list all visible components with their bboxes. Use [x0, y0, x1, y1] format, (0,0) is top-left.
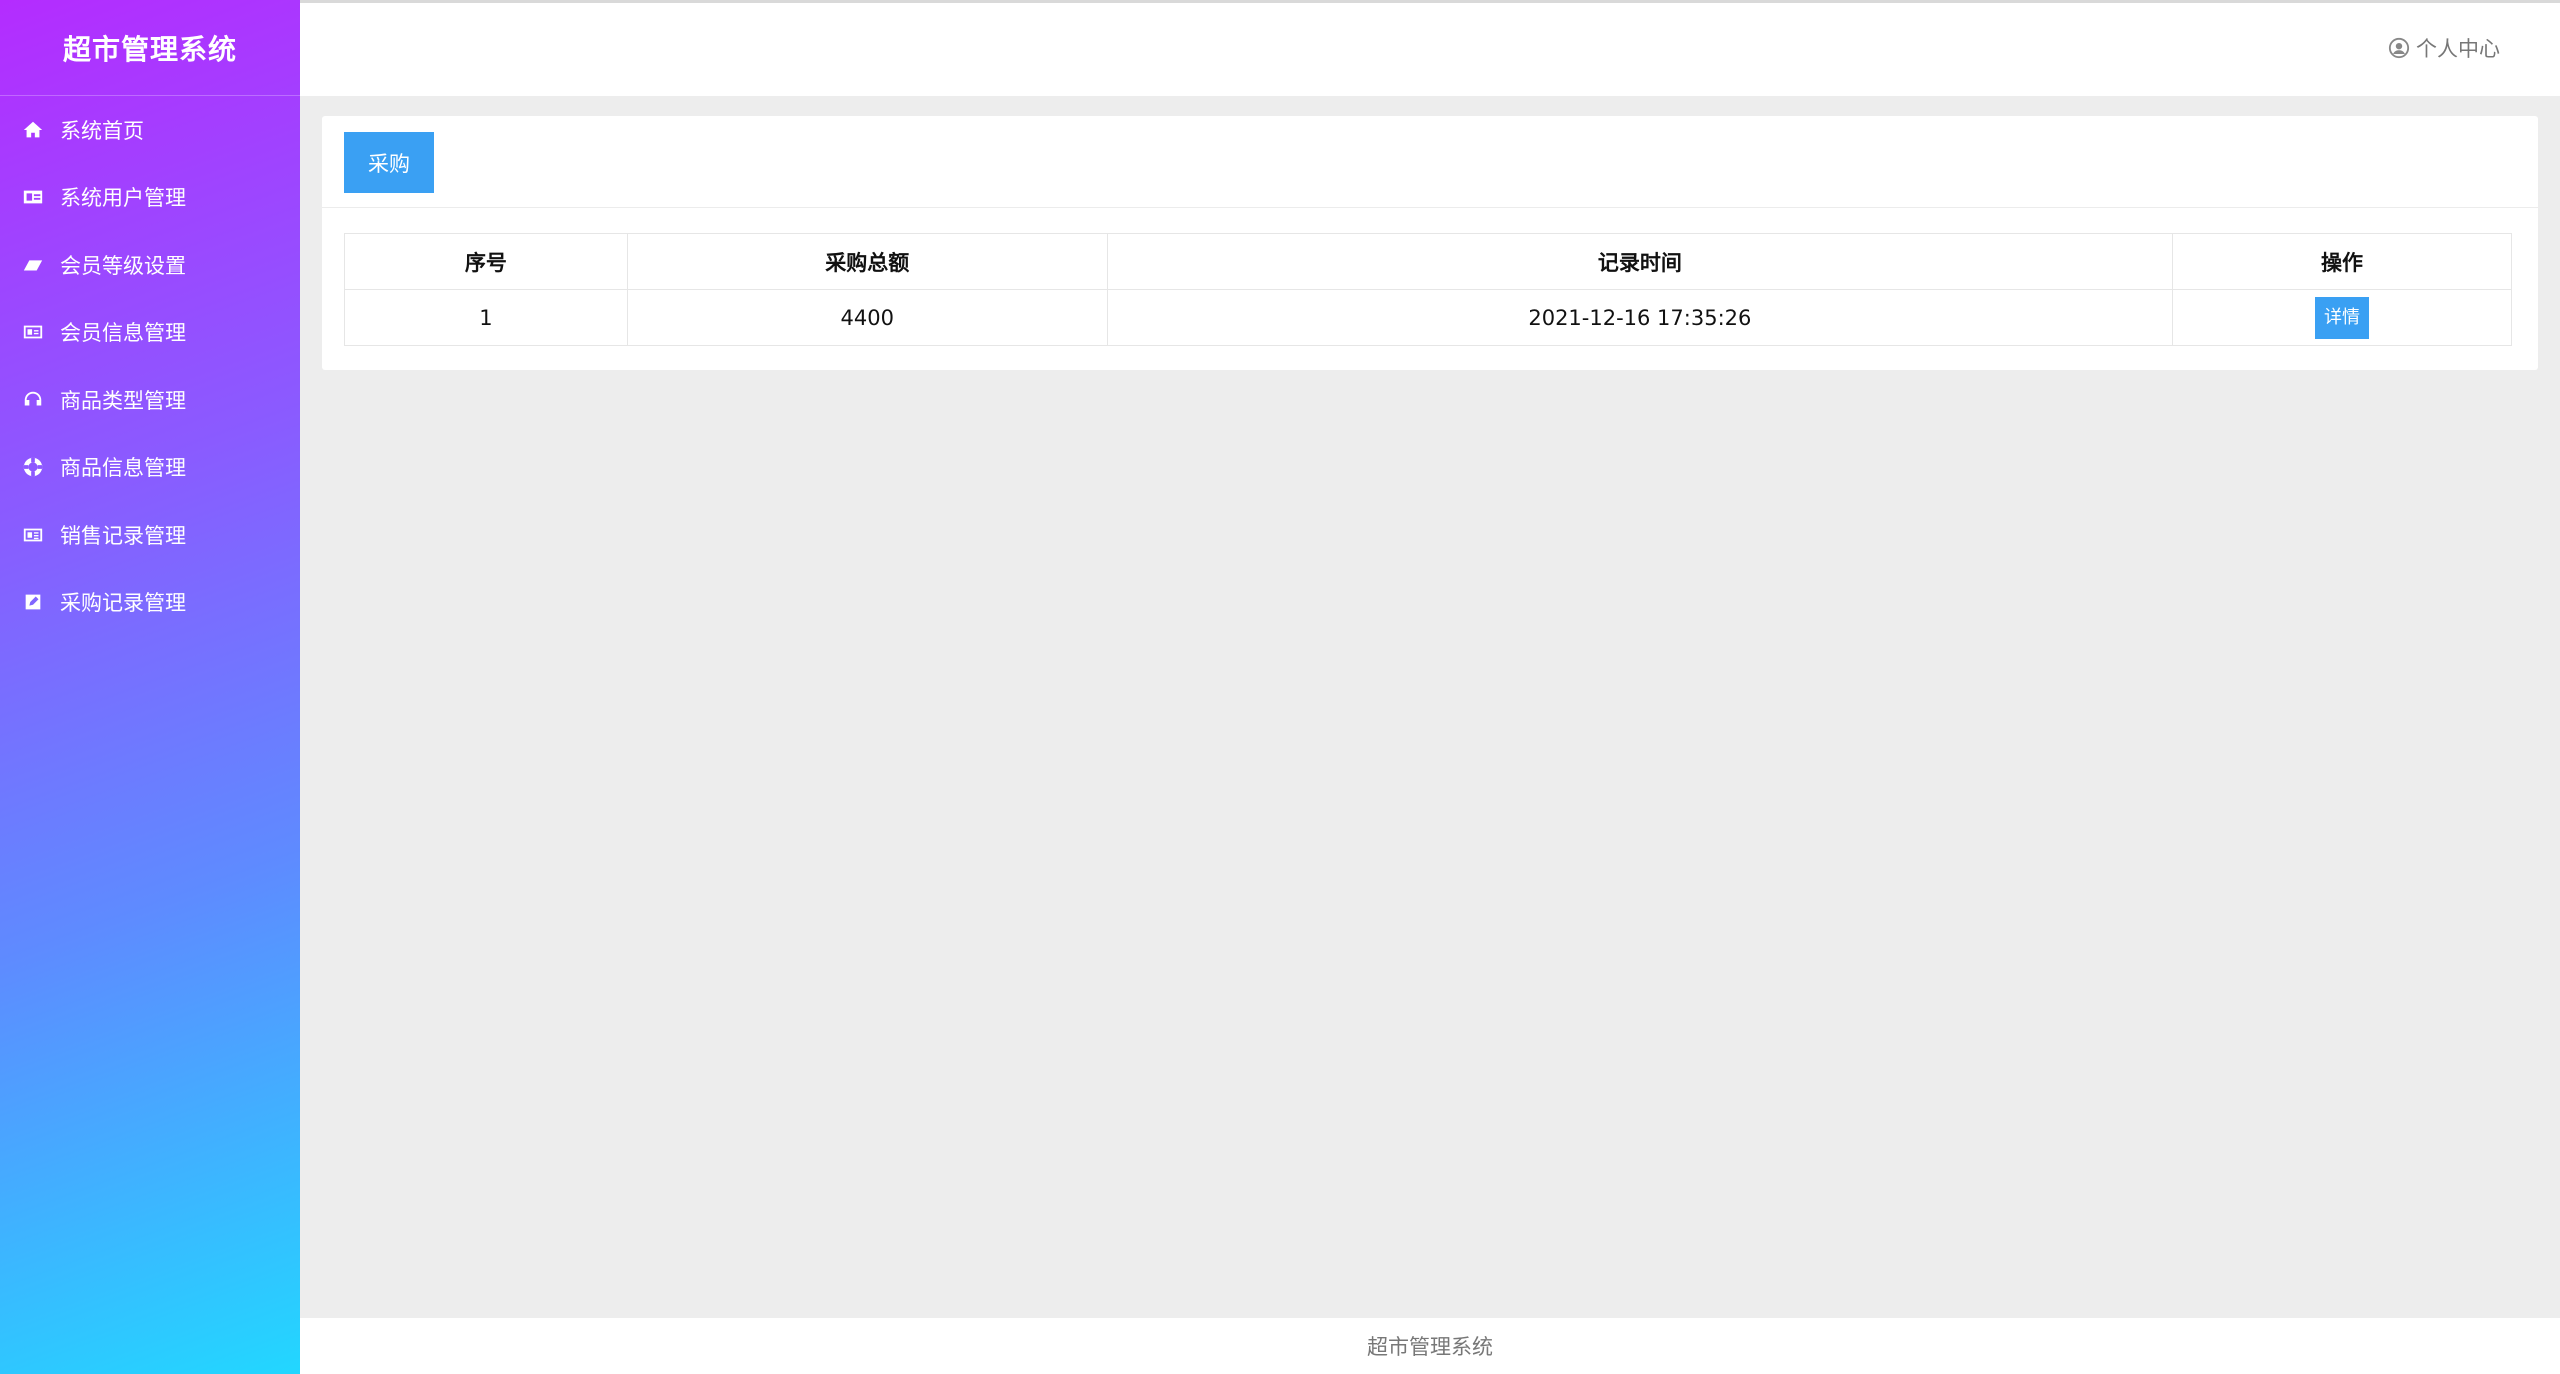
column-header-total: 采购总额	[626, 233, 1108, 290]
panel-toolbar: 采购	[322, 116, 2538, 208]
cell-index: 1	[344, 289, 628, 346]
cell-total: 4400	[626, 289, 1108, 346]
cell-time: 2021-12-16 17:35:26	[1106, 289, 2174, 346]
sidebar-item-system-users[interactable]: 系统用户管理	[0, 164, 300, 232]
sidebar-item-product-info[interactable]: 商品信息管理	[0, 434, 300, 502]
sidebar-item-label: 商品信息管理	[60, 456, 186, 481]
table-row: 1 4400 2021-12-16 17:35:26 详情	[344, 289, 2512, 346]
sidebar-item-product-types[interactable]: 商品类型管理	[0, 366, 300, 434]
sidebar-item-sales-records[interactable]: 销售记录管理	[0, 501, 300, 569]
user-center-label: 个人中心	[2416, 37, 2500, 61]
top-bar: 个人中心	[300, 0, 2560, 96]
id-card-icon	[20, 186, 46, 208]
sidebar-nav: 系统首页 系统用户管理 会员等级设置 会员信息管理 商品类型管理 商品信息管理 …	[0, 96, 300, 636]
app: 超市管理系统 系统首页 系统用户管理 会员等级设置 会员信息管理 商品类型管理 …	[0, 0, 2560, 1374]
sidebar-item-member-levels[interactable]: 会员等级设置	[0, 231, 300, 299]
column-header-index: 序号	[344, 233, 628, 290]
sidebar-item-label: 系统首页	[60, 118, 144, 143]
user-center-link[interactable]: 个人中心	[2388, 33, 2500, 63]
brand-title: 超市管理系统	[0, 0, 300, 96]
sidebar-item-label: 采购记录管理	[60, 591, 186, 616]
column-header-action: 操作	[2172, 233, 2512, 290]
user-circle-icon	[2388, 37, 2410, 59]
footer: 超市管理系统	[300, 1318, 2560, 1374]
sidebar-item-home[interactable]: 系统首页	[0, 96, 300, 164]
sidebar-item-label: 销售记录管理	[60, 523, 186, 548]
sidebar-item-label: 会员信息管理	[60, 321, 186, 346]
sidebar-item-purchase-records[interactable]: 采购记录管理	[0, 569, 300, 637]
cell-action: 详情	[2172, 289, 2512, 346]
eraser-icon	[20, 254, 46, 276]
sidebar: 超市管理系统 系统首页 系统用户管理 会员等级设置 会员信息管理 商品类型管理 …	[0, 0, 300, 1374]
sidebar-item-member-info[interactable]: 会员信息管理	[0, 299, 300, 367]
headphones-icon	[20, 389, 46, 411]
sidebar-item-label: 会员等级设置	[60, 253, 186, 278]
home-icon	[20, 119, 46, 141]
column-header-time: 记录时间	[1106, 233, 2174, 290]
sidebar-item-label: 商品类型管理	[60, 388, 186, 413]
life-ring-icon	[20, 456, 46, 478]
table-header-row: 序号 采购总额 记录时间 操作	[344, 233, 2512, 290]
id-card-icon	[20, 321, 46, 343]
newspaper-icon	[20, 524, 46, 546]
purchase-records-table: 序号 采购总额 记录时间 操作 1 4400 2021-12-16 17:35:…	[344, 233, 2512, 346]
content-panel: 采购 序号 采购总额 记录时间 操作 1 4400 2021-12-16 17:…	[322, 116, 2538, 370]
detail-button[interactable]: 详情	[2315, 296, 2370, 339]
edit-icon	[20, 591, 46, 613]
purchase-button[interactable]: 采购	[344, 132, 434, 193]
sidebar-item-label: 系统用户管理	[60, 186, 186, 211]
